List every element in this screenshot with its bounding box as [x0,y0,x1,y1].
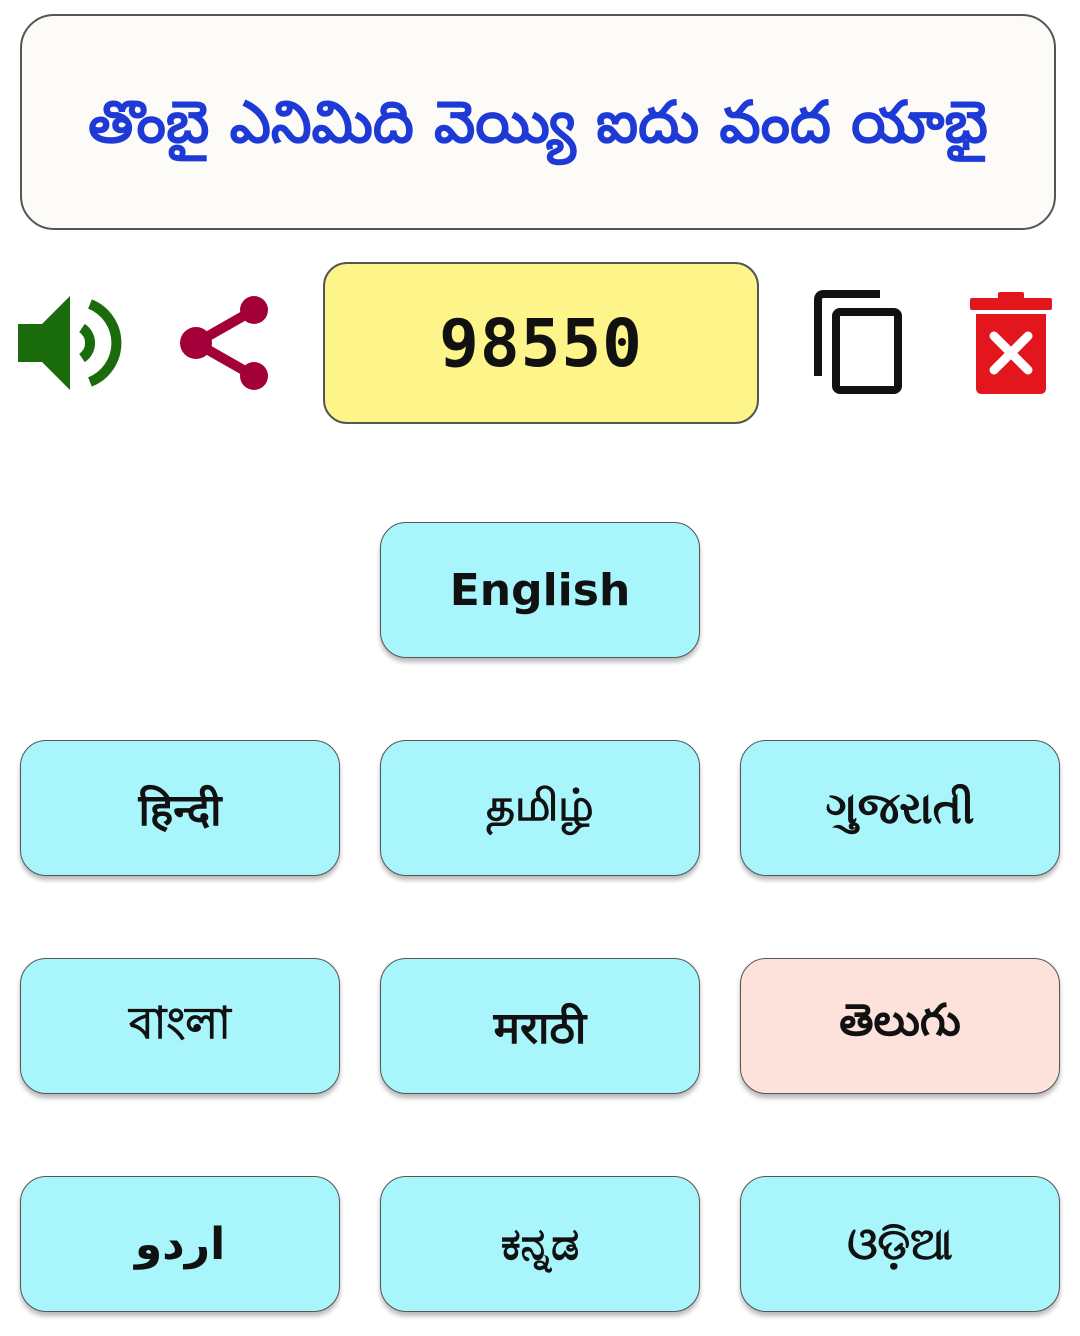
number-display: 98550 [323,262,759,424]
lang-button-urdu[interactable]: اردو [20,1176,340,1312]
share-icon [180,296,268,390]
share-button[interactable] [174,290,274,396]
number-words-text: తొంబై ఎనిమిది వెయ్యి ఐదు వంద యాభై [88,88,988,156]
delete-icon [970,292,1052,394]
lang-button-marathi[interactable]: मराठी [380,958,700,1094]
number-words-display: తొంబై ఎనిమిది వెయ్యి ఐదు వంద యాభై [20,14,1056,230]
lang-button-telugu[interactable]: తెలుగు [740,958,1060,1094]
lang-button-odia[interactable]: ଓଡ଼ିଆ [740,1176,1060,1312]
lang-button-english[interactable]: English [380,522,700,658]
copy-icon [814,290,902,394]
lang-button-tamil[interactable]: தமிழ் [380,740,700,876]
copy-button[interactable] [810,290,904,398]
speaker-icon [18,296,122,390]
speak-button[interactable] [14,290,126,396]
lang-button-bangla[interactable]: বাংলা [20,958,340,1094]
lang-button-hindi[interactable]: हिन्दी [20,740,340,876]
lang-button-kannada[interactable]: ಕನ್ನಡ [380,1176,700,1312]
lang-button-gujarati[interactable]: ગુજરાતી [740,740,1060,876]
delete-button[interactable] [966,290,1056,398]
number-value: 98550 [439,304,643,382]
